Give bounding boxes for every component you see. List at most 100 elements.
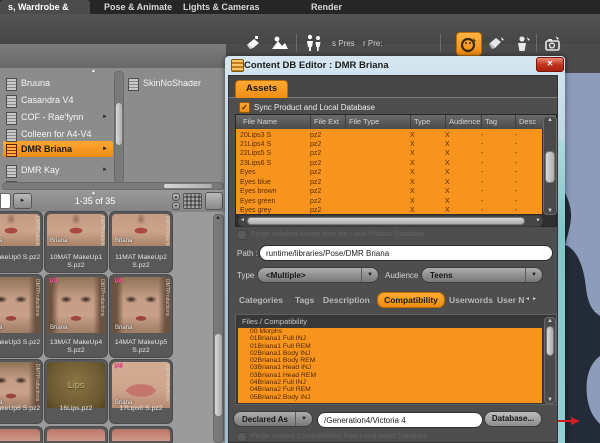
path-input[interactable] [259,245,553,261]
tab-scroll-left-icon[interactable]: ◄ [525,296,530,302]
table-row[interactable]: Eyes brown pz2 X X - - [236,187,542,197]
chevron-down-icon[interactable]: ▼ [361,268,378,282]
thumbnail-item[interactable] [45,427,107,443]
table-row[interactable]: Eyes pz2 X X - - [236,168,542,178]
list-item[interactable]: 02Briana1 Body REM [238,357,542,364]
chevron-down-icon[interactable]: ▼ [295,412,312,426]
thumbnail-item[interactable]: Lips 16Lips.pz2 [45,360,107,423]
table-vertical-scrollbar[interactable]: ▲ ▼ [543,116,557,215]
scrollbar-thumb[interactable] [546,326,554,356]
scrollbar-thumb[interactable] [247,217,525,225]
tab-assets[interactable]: Assets [235,80,289,98]
tab-lights-cameras[interactable]: Lights & Cameras [175,0,268,14]
tab-render[interactable]: Render [303,0,350,14]
new-content-icon[interactable] [242,32,266,54]
chevron-down-icon[interactable]: ▼ [525,268,542,282]
tab-description[interactable]: Description [323,295,370,305]
table-row[interactable]: Eyes grey pz2 X X - - [236,206,542,214]
tab-user-notes[interactable]: User N [497,295,524,305]
list-item[interactable]: 04Briana2 Full INJ [238,379,542,386]
tab-pose-animate[interactable]: Pose & Animate [96,0,180,14]
scrollbar-thumb[interactable] [115,102,123,146]
thumbnail-item[interactable]: V4 Briana DMTProductions 13MAT MakeUp4 S… [45,275,107,357]
tree-horizontal-scrollbar[interactable] [2,182,224,190]
render-camera-icon[interactable] [541,32,565,54]
list-item[interactable]: 02Briana1 Body INJ [238,350,542,357]
thumbnail-item[interactable]: Briana DMTProductions AT MakeUp0 S.pz2 [0,212,42,272]
tab-wardrobe-props[interactable]: s, Wardrobe & Props [0,0,90,26]
thumbnail-item[interactable] [0,427,42,443]
column-header[interactable]: File Name [240,115,277,129]
column-header[interactable]: File Ext [310,115,339,129]
table-horizontal-scrollbar[interactable]: ◄ ► [238,215,543,227]
scroll-right-icon[interactable]: ► [536,217,541,223]
list-item[interactable]: 01Briana1 Full INJ [238,335,542,342]
column-header[interactable]: Desc [515,115,536,129]
scroll-left-icon[interactable]: ◄ [240,217,245,223]
tree-item[interactable]: COF - Rae'fynn ► [6,110,112,125]
thumbnail-item[interactable] [110,427,172,443]
list-item[interactable]: 04Briana2 Full REM [238,386,542,393]
list-item[interactable]: 00 Morphs [238,328,542,335]
scrollbar-thumb[interactable] [214,333,223,417]
files-vertical-scrollbar[interactable]: ▲ ▼ [544,317,556,404]
apply-figure-preset-icon[interactable] [511,32,535,54]
table-row[interactable]: 22Lips5 Spz2 X X - - [236,149,542,159]
compatibility-base-input[interactable] [317,412,483,428]
scrollbar-thumb[interactable] [545,151,555,183]
scroll-up-icon[interactable]: ▲ [547,318,553,324]
list-item[interactable]: 03Briana1 Head INJ [238,364,542,371]
column-header[interactable]: Type [410,115,430,129]
tree-item-selected[interactable]: DMR Briana ► [6,142,112,157]
splitter-up-icon[interactable]: ▲ [91,68,96,74]
tree-item[interactable]: Colleen for A4-V4 [6,127,112,142]
view-mode-button[interactable] [205,192,223,210]
tree-item[interactable]: DMR Kay ► [6,163,112,178]
table-row[interactable]: 23Lips6 Spz2 X X - - [236,158,542,169]
spin-up-icon[interactable]: ▲ [172,193,180,201]
viewport[interactable] [565,73,600,443]
tab-categories[interactable]: Categories [239,295,283,305]
thumbnail-grid-icon[interactable] [183,193,202,209]
column-header[interactable]: File Type [345,115,379,129]
thumbnails-vertical-scrollbar[interactable]: ▲ [213,214,224,443]
playhead-arrow-icon[interactable] [571,417,580,425]
scroll-up-icon[interactable]: ▲ [215,215,221,221]
spin-down-icon[interactable]: ▼ [172,202,180,210]
tab-scroll-right-icon[interactable]: ► [532,296,537,302]
thumbnail-item[interactable]: Briana DMTProductions 10MAT MakeUp1 S.pz… [45,212,107,272]
list-item[interactable]: 03Briana1 Head REM [238,372,542,379]
thumbnail-item[interactable]: V4 Briana DMTProductions AT MakeUp3 S.pz… [0,275,42,357]
dialog-close-button[interactable]: ✕ [536,57,564,72]
thumb-size-spinner[interactable]: ▲ ▼ [172,193,180,210]
tree-vertical-scrollbar[interactable] [114,71,124,183]
tab-userwords[interactable]: Userwords [449,295,493,305]
tree-item[interactable]: Bruuna [6,76,112,91]
thumbnail-item[interactable]: Briana DMTProductions AT MakeUp6 S.pz2 [0,360,42,423]
database-button[interactable]: Database... [484,411,542,427]
apply-surface-preset-icon[interactable] [484,32,508,54]
tree-item[interactable]: SkinNoShader [128,76,223,91]
thumbnail-item[interactable]: V4 Briana DMTProductions 14MAT MakeUp5 S… [110,275,172,357]
thumbnail-item[interactable]: Briana DMTProductions 11MAT MakeUp2 S.pz… [110,212,172,272]
declared-as-dropdown[interactable]: Declared As ▼ [233,411,313,427]
scrollbar-thumb[interactable] [163,183,213,189]
column-header[interactable]: Tag [481,115,497,129]
scroll-up-icon[interactable]: ▲ [547,117,553,123]
audience-dropdown[interactable]: Teens ▼ [421,267,543,283]
table-row[interactable]: 20Lips3 Spz2 X X - - [236,130,542,140]
list-item[interactable]: 01Briana1 Full REM [238,343,542,350]
thumbnail-item[interactable]: V4 Briana DMTProductions 17Lips0 S.pz2 [110,360,172,423]
list-item[interactable]: 05Briana2 Body INJ [238,394,542,401]
apply-pose-preset-icon[interactable] [456,32,482,56]
scroll-down-icon[interactable]: ▼ [547,208,553,214]
table-row[interactable]: Eyes green pz2 X X - - [236,196,542,206]
type-dropdown[interactable]: <Multiple> ▼ [257,267,379,283]
column-header[interactable]: Audience [445,115,480,129]
tree-item[interactable]: Casandra V4 [6,93,112,108]
tab-tags[interactable]: Tags [295,295,314,305]
tab-compatibility[interactable]: Compatibility [377,292,445,308]
table-row[interactable]: 21Lips4 Spz2 X X - - [236,139,542,150]
table-row[interactable]: Eyes blue pz2 X X - - [236,177,542,188]
figures-icon[interactable] [302,32,326,54]
